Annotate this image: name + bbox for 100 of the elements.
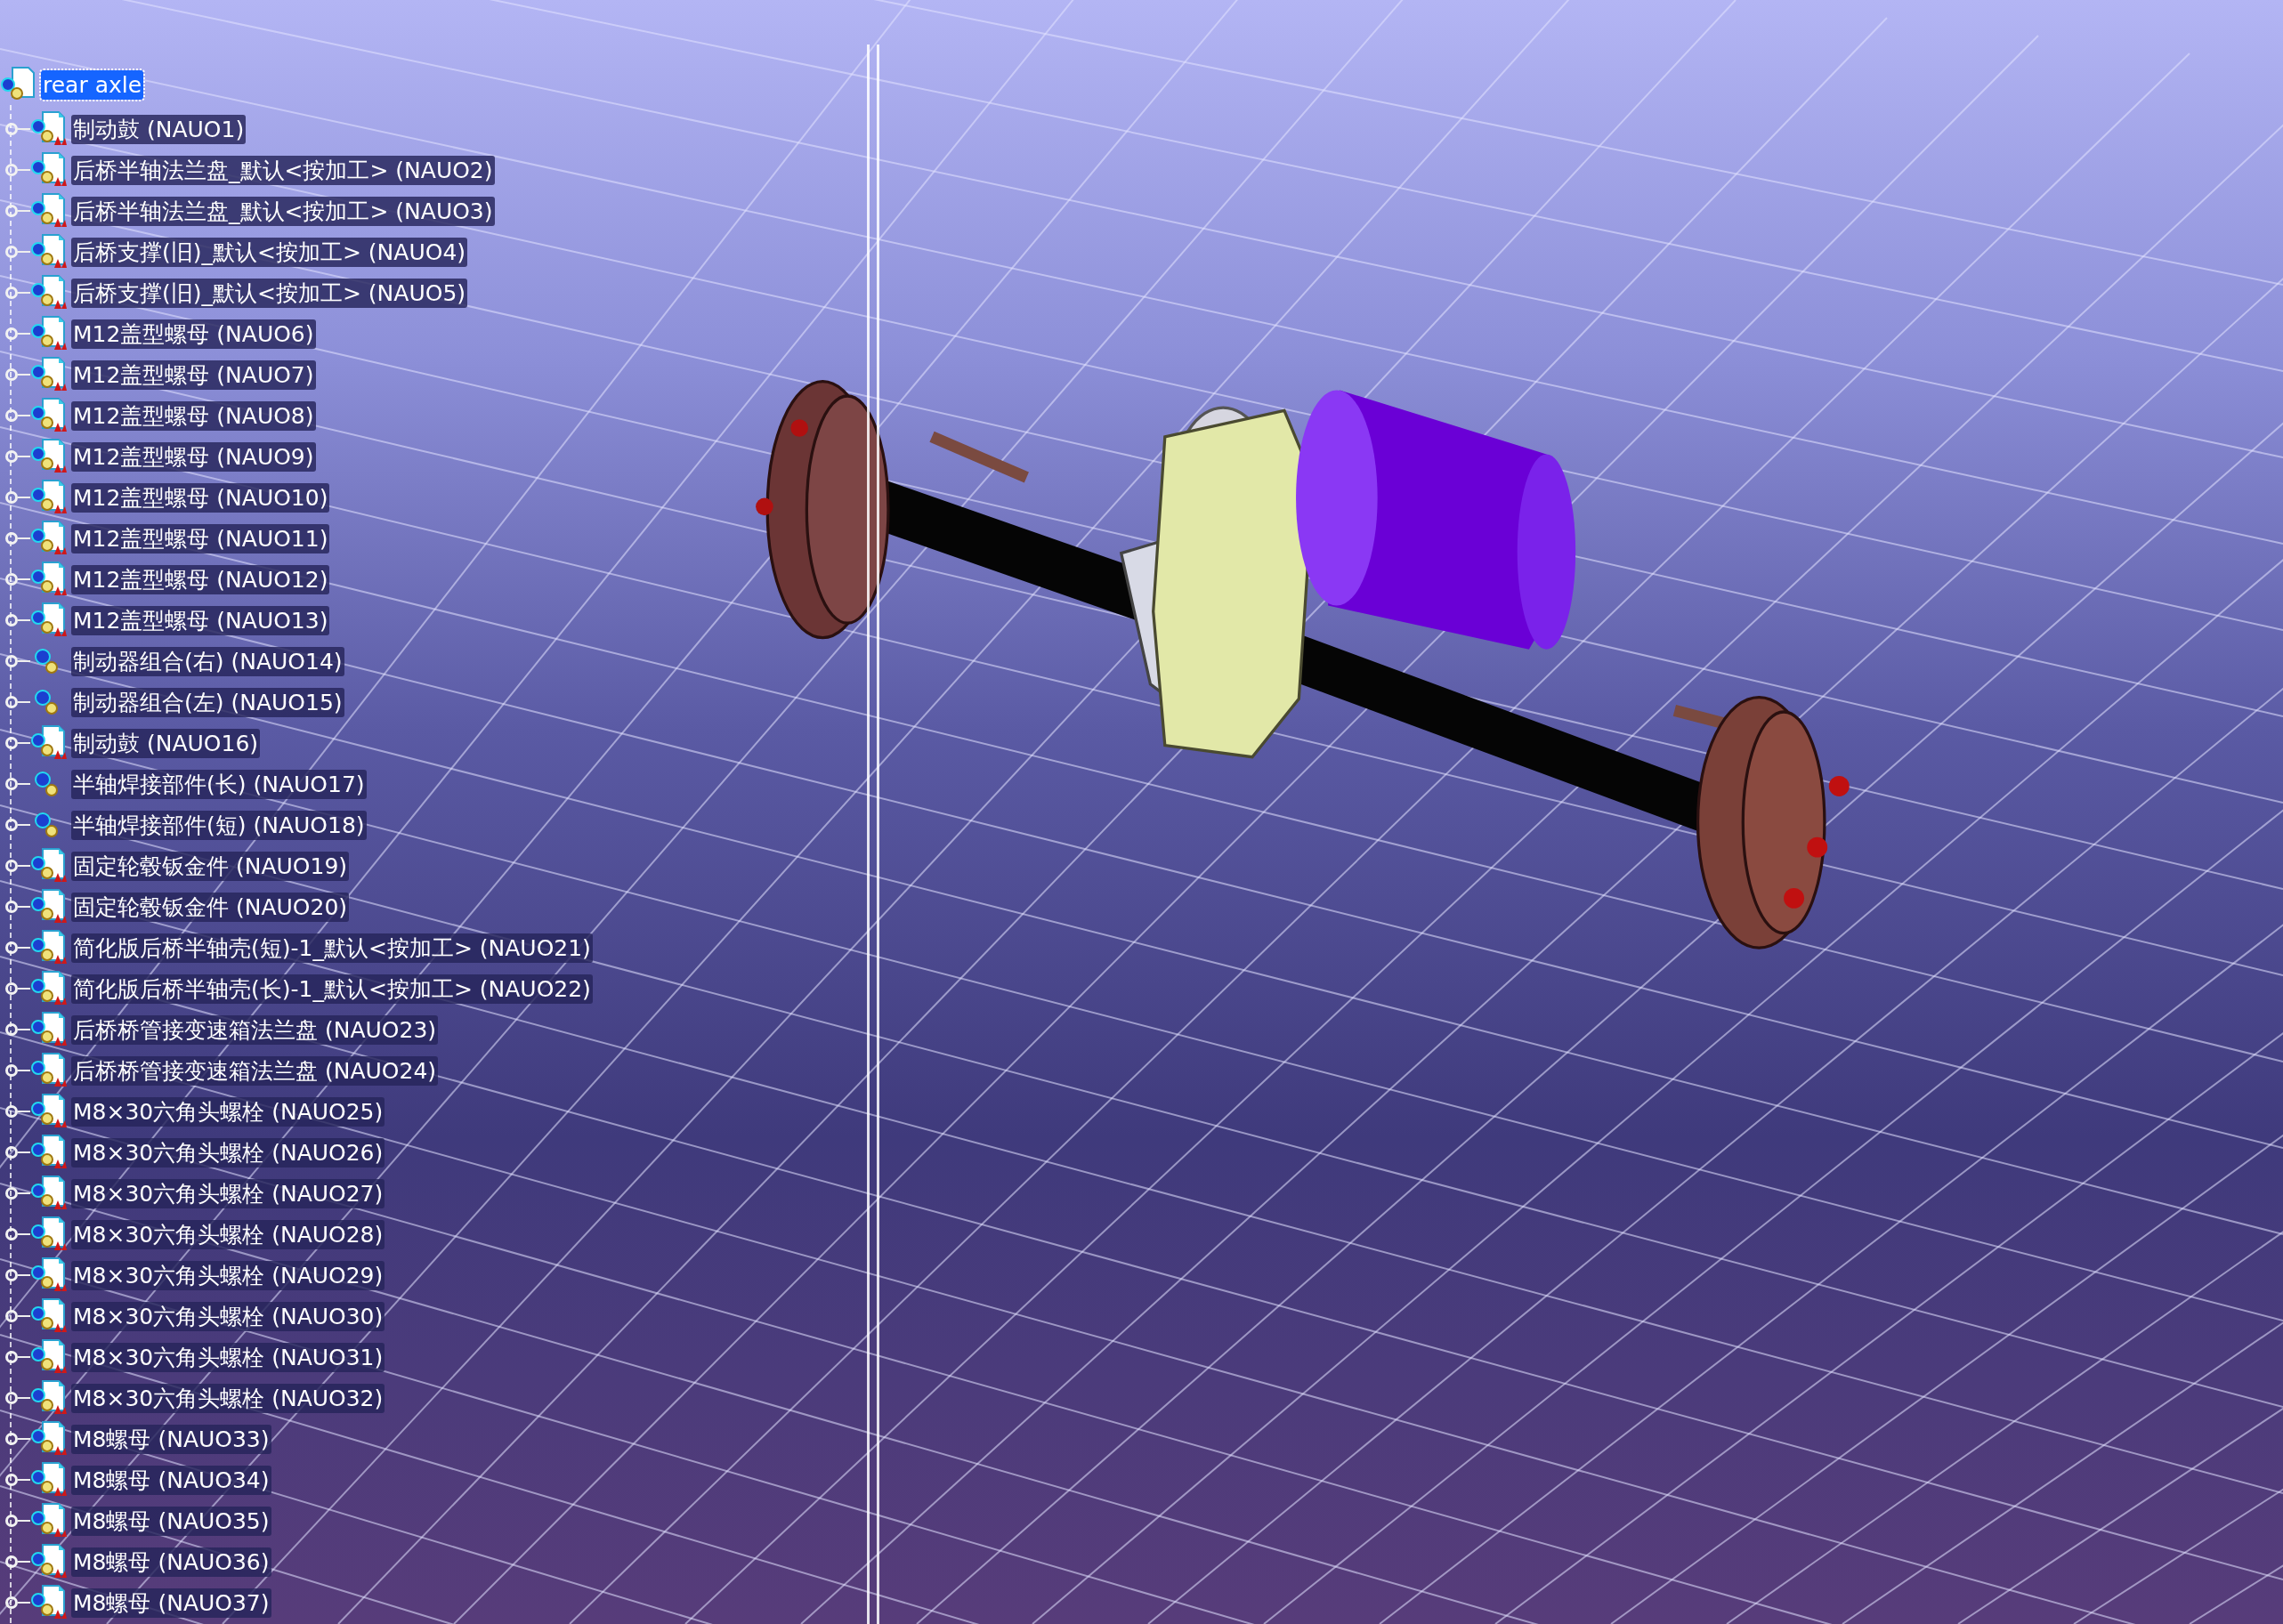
- expand-node-icon[interactable]: [5, 1023, 18, 1036]
- expand-node-icon[interactable]: [5, 327, 18, 340]
- tree-item-label[interactable]: 后桥桥管接变速箱法兰盘 (NAUO23): [71, 1014, 439, 1045]
- expand-node-icon[interactable]: [5, 860, 18, 872]
- part-document-icon: [30, 562, 68, 597]
- expand-node-icon[interactable]: [5, 573, 18, 586]
- expand-node-icon[interactable]: [5, 819, 18, 831]
- tree-item-label[interactable]: 后桥桥管接变速箱法兰盘 (NAUO24): [71, 1055, 439, 1086]
- tree-item-label[interactable]: M8×30六角头螺栓 (NAUO30): [71, 1301, 385, 1331]
- tree-item-label[interactable]: M12盖型螺母 (NAUO8): [71, 400, 316, 431]
- expand-node-icon[interactable]: [5, 778, 18, 790]
- expand-node-icon[interactable]: [5, 1146, 18, 1159]
- expand-node-icon[interactable]: [5, 1392, 18, 1404]
- expand-node-icon[interactable]: [5, 1596, 18, 1609]
- tree-item-label[interactable]: M8螺母 (NAUO36): [71, 1547, 271, 1577]
- tree-item-label[interactable]: 后桥支撑(旧)_默认<按加工> (NAUO4): [71, 237, 468, 267]
- part-document-icon: [30, 1421, 68, 1457]
- tree-item-label[interactable]: M8螺母 (NAUO37): [71, 1588, 271, 1618]
- tree-item-label[interactable]: 后桥半轴法兰盘_默认<按加工> (NAUO2): [71, 155, 495, 185]
- tree-item-label[interactable]: 制动鼓 (NAUO1): [71, 114, 247, 144]
- part-document-icon: [30, 930, 68, 966]
- expand-node-icon[interactable]: [5, 1228, 18, 1240]
- part-document-icon: [30, 439, 68, 474]
- tree-item-label[interactable]: M8×30六角头螺栓 (NAUO26): [71, 1137, 385, 1168]
- tree-item-label[interactable]: M12盖型螺母 (NAUO7): [71, 360, 316, 390]
- expand-node-icon[interactable]: [5, 941, 18, 954]
- tree-item-label[interactable]: M8×30六角头螺栓 (NAUO31): [71, 1342, 385, 1372]
- tree-item-label[interactable]: M8螺母 (NAUO34): [71, 1465, 271, 1495]
- part-document-icon: [30, 1544, 68, 1580]
- expand-node-icon[interactable]: [5, 450, 18, 463]
- part-document-icon: [30, 1503, 68, 1539]
- expand-node-icon[interactable]: [5, 123, 18, 135]
- tree-root-label[interactable]: rear axle: [41, 69, 144, 100]
- expand-node-icon[interactable]: [5, 1515, 18, 1527]
- expand-node-icon[interactable]: [5, 368, 18, 381]
- tree-item-label[interactable]: M8×30六角头螺栓 (NAUO28): [71, 1219, 385, 1249]
- tree-item-label[interactable]: 半轴焊接部件(短) (NAUO18): [71, 810, 367, 840]
- tree-item-label[interactable]: M12盖型螺母 (NAUO13): [71, 605, 330, 635]
- expand-node-icon[interactable]: [5, 409, 18, 422]
- part-document-icon: [30, 1135, 68, 1170]
- tree-item-label[interactable]: 简化版后桥半轴壳(长)-1_默认<按加工> (NAUO22): [71, 974, 593, 1004]
- expand-node-icon[interactable]: [5, 287, 18, 299]
- part-document-icon: [30, 1176, 68, 1211]
- part-document-icon: [30, 1298, 68, 1334]
- tree-scroll-bar[interactable]: [867, 44, 879, 1624]
- expand-node-icon[interactable]: [5, 614, 18, 626]
- tree-item-label[interactable]: 半轴焊接部件(长) (NAUO17): [71, 769, 367, 799]
- expand-node-icon[interactable]: [5, 982, 18, 995]
- tree-item-label[interactable]: M12盖型螺母 (NAUO11): [71, 523, 330, 553]
- expand-node-icon[interactable]: [5, 696, 18, 708]
- part-document-icon: [30, 111, 68, 147]
- expand-node-icon[interactable]: [5, 164, 18, 176]
- expand-node-icon[interactable]: [5, 205, 18, 217]
- tree-item-label[interactable]: M12盖型螺母 (NAUO9): [71, 441, 316, 472]
- part-document-icon: [30, 971, 68, 1006]
- tree-item-label[interactable]: M8螺母 (NAUO35): [71, 1506, 271, 1536]
- part-document-icon: [30, 848, 68, 884]
- expand-node-icon[interactable]: [5, 1105, 18, 1118]
- part-document-icon: [30, 725, 68, 761]
- part-document-icon: [30, 889, 68, 925]
- tree-item-label[interactable]: 后桥支撑(旧)_默认<按加工> (NAUO5): [71, 278, 468, 308]
- expand-node-icon[interactable]: [5, 1064, 18, 1077]
- part-document-icon: [30, 398, 68, 433]
- tree-item-label[interactable]: 简化版后桥半轴壳(短)-1_默认<按加工> (NAUO21): [71, 933, 593, 963]
- tree-item-label[interactable]: M8×30六角头螺栓 (NAUO32): [71, 1383, 385, 1413]
- tree-item-label[interactable]: 制动器组合(右) (NAUO14): [71, 646, 344, 676]
- expand-node-icon[interactable]: [5, 532, 18, 545]
- part-document-icon: [30, 480, 68, 515]
- part-document-icon: [30, 316, 68, 351]
- expand-node-icon[interactable]: [5, 1433, 18, 1445]
- expand-node-icon[interactable]: [5, 491, 18, 504]
- part-document-icon: [30, 1257, 68, 1293]
- tree-item-label[interactable]: M8×30六角头螺栓 (NAUO27): [71, 1178, 385, 1208]
- tree-item-label[interactable]: M8×30六角头螺栓 (NAUO29): [71, 1260, 385, 1290]
- tree-item-label[interactable]: M8×30六角头螺栓 (NAUO25): [71, 1096, 385, 1127]
- part-document-icon: [30, 1216, 68, 1252]
- expand-node-icon[interactable]: [5, 737, 18, 749]
- tree-item-label[interactable]: 后桥半轴法兰盘_默认<按加工> (NAUO3): [71, 196, 495, 226]
- tree-item-label[interactable]: 固定轮毂钣金件 (NAUO20): [71, 892, 350, 922]
- expand-node-icon[interactable]: [5, 1351, 18, 1363]
- tree-item-label[interactable]: 制动器组合(左) (NAUO15): [71, 687, 344, 717]
- tree-item-label[interactable]: M8螺母 (NAUO33): [71, 1424, 271, 1454]
- tree-item-label[interactable]: 固定轮毂钣金件 (NAUO19): [71, 851, 350, 881]
- expand-node-icon[interactable]: [5, 1474, 18, 1486]
- part-document-icon: [30, 1053, 68, 1088]
- expand-node-icon[interactable]: [5, 246, 18, 258]
- part-document-icon: [30, 602, 68, 638]
- part-document-icon: [30, 1380, 68, 1416]
- expand-node-icon[interactable]: [5, 901, 18, 913]
- expand-node-icon[interactable]: [5, 1310, 18, 1322]
- expand-node-icon[interactable]: [5, 1269, 18, 1281]
- tree-item-label[interactable]: M12盖型螺母 (NAUO6): [71, 319, 316, 349]
- tree-item-label[interactable]: M12盖型螺母 (NAUO10): [71, 482, 330, 513]
- tree-item-label[interactable]: M12盖型螺母 (NAUO12): [71, 564, 330, 594]
- expand-node-icon[interactable]: [5, 655, 18, 667]
- expand-node-icon[interactable]: [5, 1555, 18, 1568]
- gear-assembly-document-icon: [0, 67, 37, 102]
- tree-item-label[interactable]: 制动鼓 (NAUO16): [71, 728, 261, 758]
- part-document-icon: [30, 357, 68, 392]
- expand-node-icon[interactable]: [5, 1187, 18, 1200]
